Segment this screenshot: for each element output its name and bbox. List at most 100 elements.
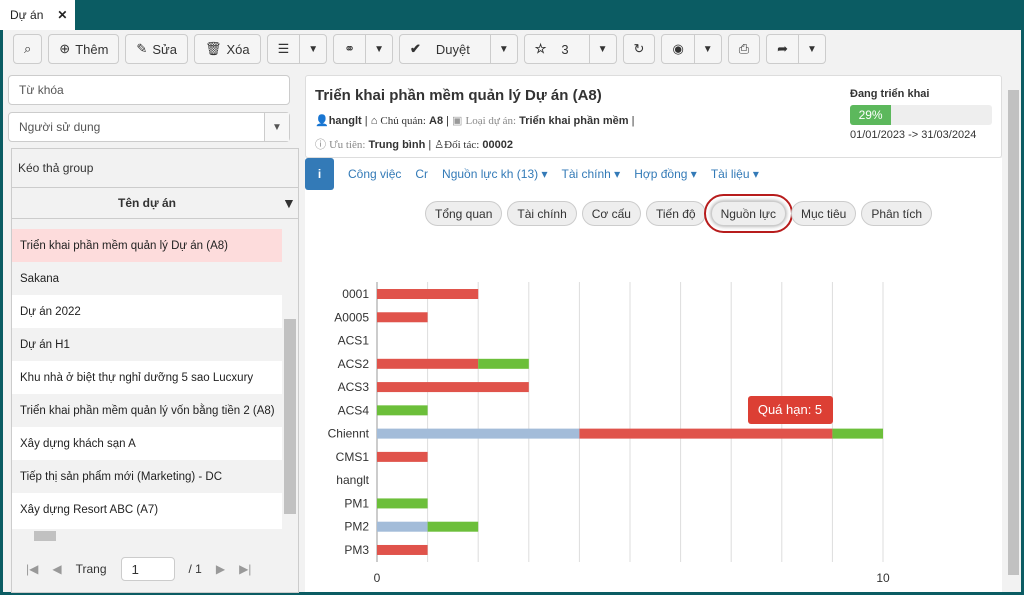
project-row[interactable]: Dự án 2022 (12, 295, 282, 328)
bar-segment (377, 289, 479, 299)
group-drop-area[interactable]: Kéo thả group (12, 149, 298, 187)
project-row[interactable]: Khu nhà ở biệt thự nghỉ dưỡng 5 sao Lucx… (12, 361, 282, 394)
category-label: Chiennt (328, 427, 370, 441)
category-label: ACS4 (338, 403, 370, 417)
add-button[interactable]: ⊕ Thêm (48, 34, 120, 64)
bar-segment (427, 521, 479, 532)
chevron-down-icon[interactable]: ▼ (299, 35, 326, 63)
vertical-scrollbar[interactable] (282, 229, 298, 529)
horizontal-scrollbar[interactable] (12, 529, 282, 543)
user-placeholder: Người sử dụng (19, 120, 101, 134)
tab-label: Dự án (10, 8, 44, 22)
pill-button[interactable]: Tiến độ (645, 201, 706, 226)
nav-tab[interactable]: Tài liệu ▾ (711, 167, 759, 181)
bar-segment (377, 312, 428, 323)
nav-tab[interactable]: Nguồn lực kh (13) ▾ (442, 167, 547, 181)
main-scrollbar[interactable] (1006, 75, 1021, 592)
print-button[interactable]: ⎙ (727, 34, 761, 64)
plus-icon: ⊕ (59, 41, 71, 56)
add-label: Thêm (75, 41, 109, 57)
scroll-thumb[interactable] (284, 319, 296, 514)
category-label: CMS1 (336, 450, 370, 464)
tab-du-an[interactable]: Dự án ✕ (0, 0, 75, 30)
bar-segment (377, 428, 580, 439)
bar-segment (377, 544, 428, 555)
bar-segment (377, 382, 529, 393)
pill-button[interactable]: Tài chính (507, 201, 577, 226)
pill-button[interactable]: Phân tích (861, 201, 933, 226)
pager: |◀ ◀ Trang / 1 ▶ ▶| (12, 549, 298, 589)
info-icon[interactable]: i (305, 158, 334, 190)
next-page-icon[interactable]: ▶ (216, 562, 225, 576)
project-row[interactable]: Xây dựng Resort ABC (A7) (12, 493, 282, 526)
edit-button[interactable]: ✎ Sửa (125, 34, 188, 64)
close-icon[interactable]: ✕ (57, 8, 67, 22)
project-row[interactable]: Xây dựng khách sạn A (12, 427, 282, 460)
page-input[interactable] (120, 557, 175, 581)
scroll-thumb[interactable] (34, 531, 56, 541)
column-title: Tên dự án (117, 196, 177, 210)
chevron-down-icon[interactable]: ▼ (798, 35, 825, 63)
project-row[interactable]: Tiếp thị sản phẩm mới (Marketing) - DC (12, 460, 282, 493)
project-row[interactable]: Triển khai phần mềm quản lý vốn bằng tiề… (12, 394, 282, 427)
project-row[interactable]: Sakana (12, 262, 282, 295)
delete-button[interactable]: 🗑 Xóa (193, 34, 261, 64)
delete-label: Xóa (226, 41, 250, 57)
keyword-input[interactable]: Từ khóa (8, 75, 290, 105)
page-total: / 1 (188, 562, 202, 576)
nav-tab[interactable]: Hợp đồng ▾ (634, 167, 697, 181)
filter-icon[interactable]: ▼ (282, 195, 296, 211)
menu-button[interactable]: ☰ ▼ (266, 34, 328, 64)
priority-label: Ưu tiên: (329, 139, 366, 151)
project-meta-line1: 👤hanglt | ⌂ Chủ quản: A8 | ▣ Loại dự án:… (315, 115, 635, 127)
window: ⌕ ⊕ Thêm ✎ Sửa 🗑 Xóa ☰ ▼ ⚭ ▼ ✔ Duyệt ▼ ☆ 3 ▼ ↻ ◉ ▼… (3, 30, 1021, 593)
eye-icon: ◉ (672, 41, 684, 56)
view-button[interactable]: ◉ ▼ (661, 34, 722, 64)
list-icon: ☰ (277, 41, 290, 56)
trash-icon: 🗑 (204, 41, 222, 56)
pill-button[interactable]: Cơ cấu (581, 201, 641, 226)
pill-button[interactable]: Tổng quan (425, 201, 503, 226)
nav-tab[interactable]: Công việc (348, 167, 401, 181)
pill-button[interactable]: Nguồn lực (703, 194, 794, 233)
star-button[interactable]: ☆ 3 ▼ (523, 34, 617, 64)
chevron-down-icon[interactable]: ▼ (264, 113, 289, 141)
pill-button[interactable]: Mục tiêu (790, 201, 857, 226)
page-label: Trang (75, 562, 107, 576)
user-select[interactable]: Người sử dụng ▼ (8, 112, 290, 142)
prev-page-icon[interactable]: ◀ (52, 562, 61, 576)
chevron-down-icon[interactable]: ▼ (693, 35, 721, 63)
type-value: Triển khai phần mềm (519, 115, 629, 127)
refresh-button[interactable]: ↻ (622, 34, 656, 64)
project-row[interactable]: Dự án H1 (12, 328, 282, 361)
share-button[interactable]: ➦ ▼ (766, 34, 826, 64)
status-label: Đang triển khai (850, 88, 930, 100)
project-summary-card: Triển khai phần mềm quản lý Dự án (A8) 👤… (305, 75, 1002, 158)
link-button[interactable]: ⚭ ▼ (333, 34, 393, 64)
partner-value: 00002 (482, 139, 513, 151)
category-label: hanglt (336, 473, 369, 487)
owner-label: Chủ quản: (380, 115, 426, 127)
project-row[interactable]: Triển khai phần mềm quản lý Dự án (A8) (12, 229, 282, 262)
progress-fill: 29% (850, 105, 892, 125)
nav-tab[interactable]: Cr (415, 167, 428, 181)
link-icon: ⚭ (344, 41, 356, 56)
column-header[interactable]: Tên dự án ▼ (12, 187, 298, 219)
chevron-down-icon[interactable]: ▼ (489, 35, 517, 63)
bar-segment (377, 451, 428, 462)
toolbar: ⌕ ⊕ Thêm ✎ Sửa 🗑 Xóa ☰ ▼ ⚭ ▼ ✔ Duyệt ▼ ☆ 3 ▼ ↻ ◉ ▼… (13, 34, 826, 64)
nav-tab[interactable]: Tài chính ▾ (561, 167, 620, 181)
search-button[interactable]: ⌕ (13, 34, 43, 64)
category-label: ACS3 (338, 380, 370, 394)
x-tick-label: 10 (876, 571, 890, 585)
category-label: PM3 (344, 543, 369, 557)
approve-button[interactable]: ✔ Duyệt ▼ (398, 34, 518, 64)
chevron-down-icon[interactable]: ▼ (588, 35, 616, 63)
progress-bar: 29% (850, 105, 992, 125)
scroll-thumb[interactable] (1008, 90, 1019, 575)
chevron-down-icon[interactable]: ▼ (365, 35, 392, 63)
first-page-icon[interactable]: |◀ (26, 562, 38, 576)
last-page-icon[interactable]: ▶| (239, 562, 251, 576)
project-grid: Kéo thả group Tên dự án ▼ Triển khai phần… (11, 148, 299, 593)
main-content: i Công việc Cr Nguồn lực kh (13) ▾ Tài chính… (305, 158, 1002, 592)
